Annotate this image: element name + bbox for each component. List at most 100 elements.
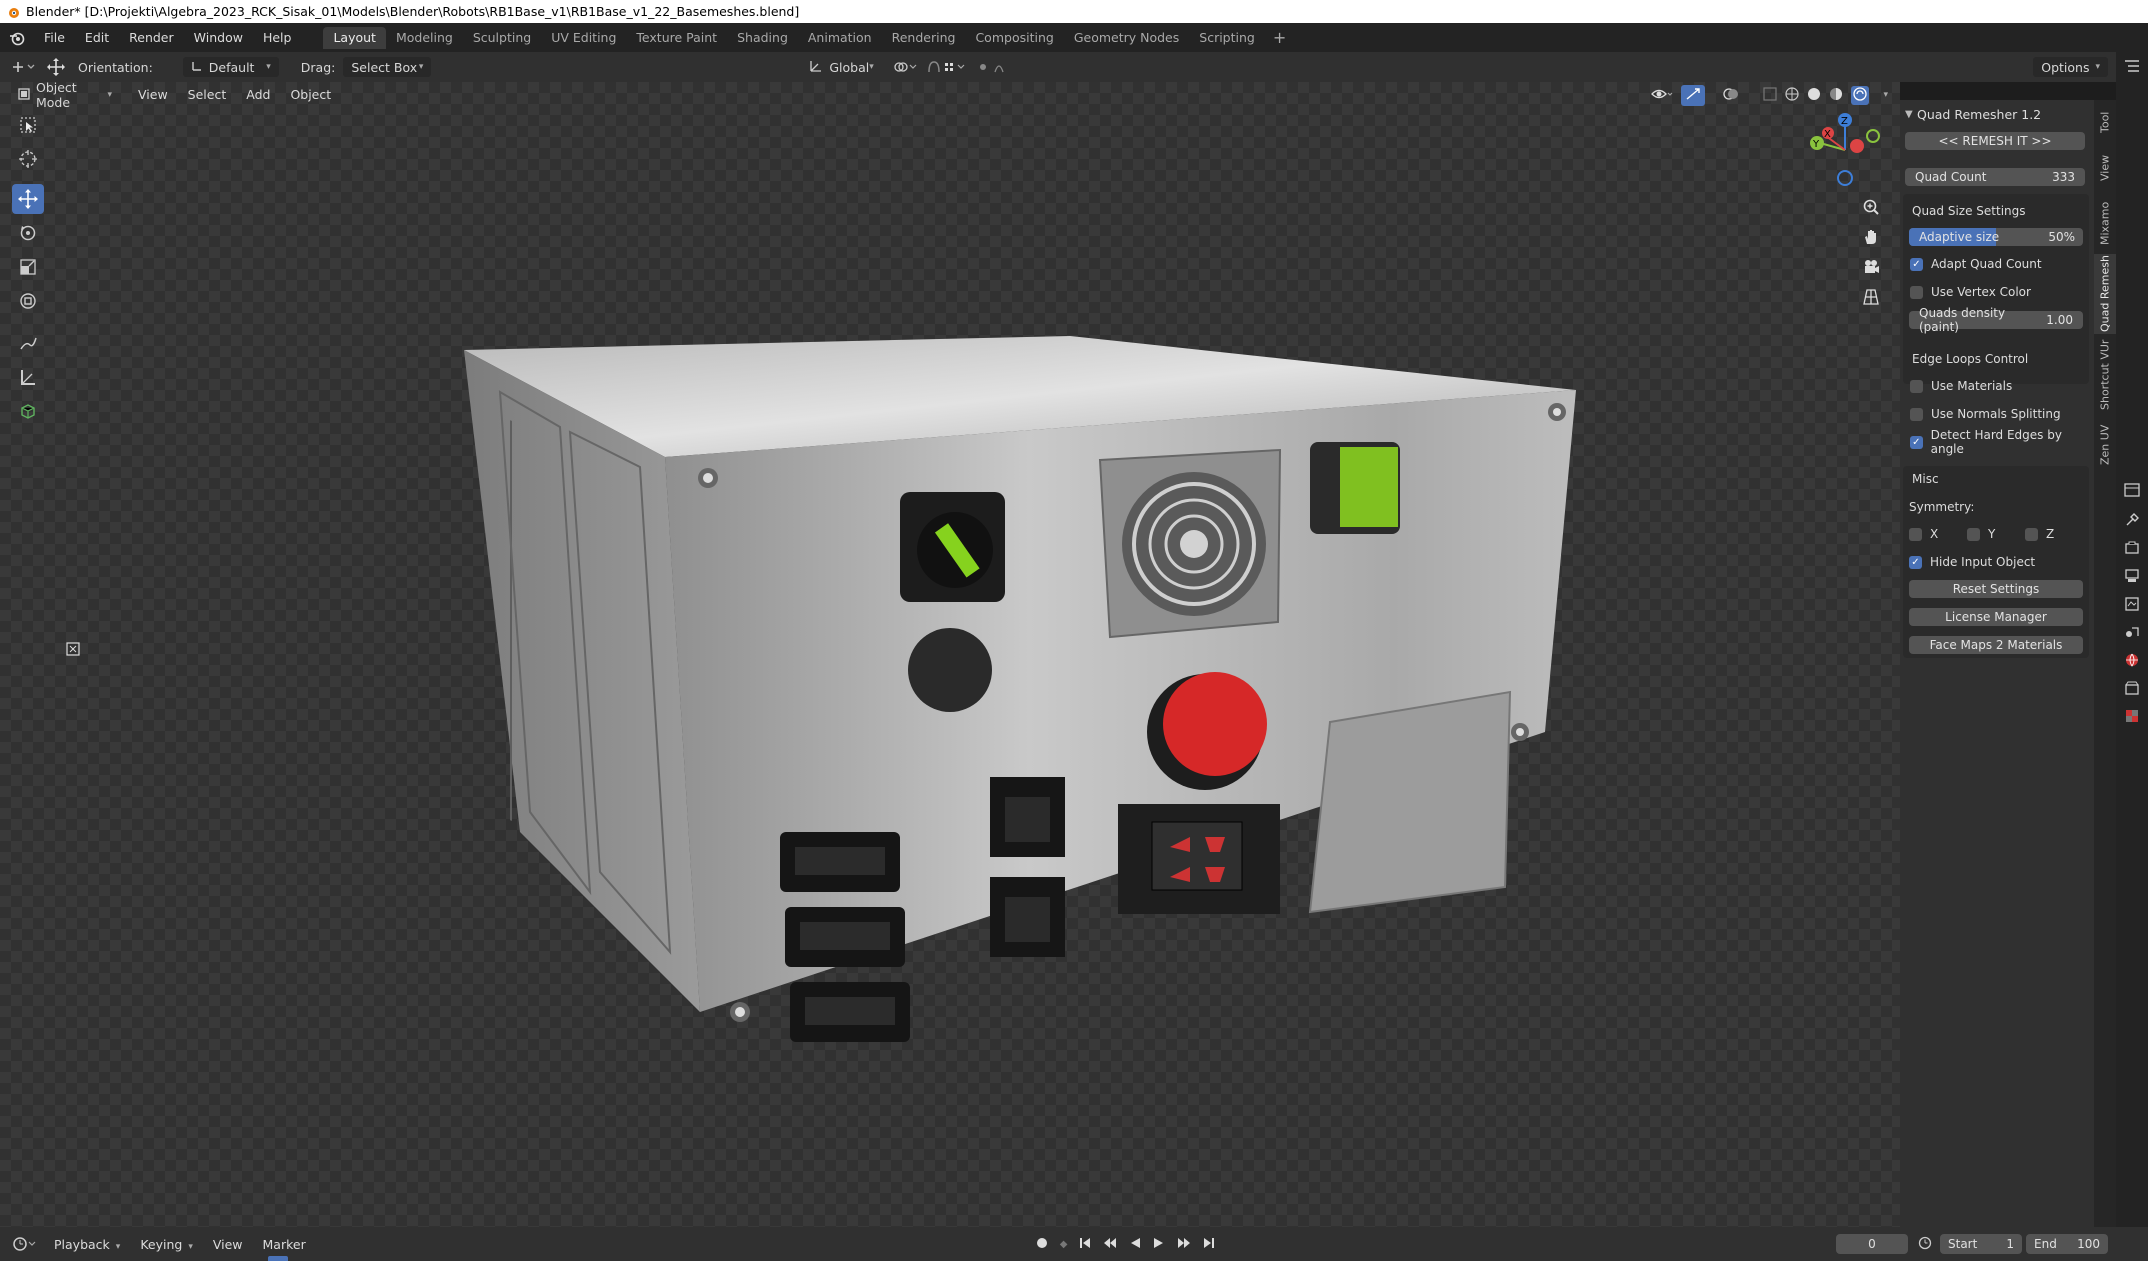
3d-viewport[interactable]: Z Y X	[0, 82, 1900, 1227]
transform-orientation-dropdown[interactable]: Global ▾	[801, 57, 881, 77]
menu-render[interactable]: Render	[119, 23, 184, 52]
select-box-tool[interactable]	[12, 110, 44, 140]
robot-base-model[interactable]	[460, 332, 1590, 1132]
navigation-gizmo[interactable]: Z Y X	[1800, 110, 1880, 190]
menu-edit[interactable]: Edit	[75, 23, 119, 52]
face-maps-button[interactable]: Face Maps 2 Materials	[1909, 636, 2083, 654]
xray-icon[interactable]	[1763, 86, 1778, 104]
sidebar-tab-shortcut-vur[interactable]: Shortcut VUr	[2094, 334, 2116, 416]
pan-hand-icon[interactable]	[1862, 228, 1880, 249]
material-shading-icon[interactable]	[1829, 87, 1843, 104]
tab-texture-paint[interactable]: Texture Paint	[626, 27, 727, 49]
sidebar-tab-tool[interactable]: Tool	[2094, 100, 2116, 144]
quad-count-field[interactable]: Quad Count 333	[1905, 168, 2085, 186]
tab-scripting[interactable]: Scripting	[1189, 27, 1265, 49]
prev-keyframe-icon[interactable]	[1103, 1237, 1117, 1252]
sidebar-tab-mixamo[interactable]: Mixamo	[2094, 192, 2116, 254]
pivot-point-icon[interactable]	[893, 56, 919, 78]
end-frame-field[interactable]: End 100	[2026, 1234, 2108, 1254]
timeline-menu-marker[interactable]: Marker	[253, 1230, 316, 1259]
add-cube-tool[interactable]	[12, 396, 44, 426]
viewport-menu-add[interactable]: Add	[236, 82, 280, 108]
remesh-button[interactable]: << REMESH IT >>	[1905, 132, 2085, 150]
reset-settings-button[interactable]: Reset Settings	[1909, 580, 2083, 598]
record-icon[interactable]	[1036, 1237, 1048, 1252]
options-dropdown[interactable]: Options ▾	[2033, 57, 2108, 77]
preview-range-clock-icon[interactable]	[1918, 1236, 1932, 1253]
scene-properties-icon[interactable]	[2122, 622, 2142, 642]
timeline-menu-view[interactable]: View	[203, 1230, 253, 1259]
use-vertex-color-checkbox[interactable]: Use Vertex Color	[1910, 283, 2031, 301]
rendered-shading-icon[interactable]	[1851, 85, 1870, 105]
symmetry-x-checkbox[interactable]: X	[1909, 525, 1938, 543]
use-normals-splitting-checkbox[interactable]: Use Normals Splitting	[1910, 405, 2061, 423]
hide-input-object-checkbox[interactable]: ✓ Hide Input Object	[1909, 553, 2035, 571]
jump-end-icon[interactable]	[1203, 1237, 1215, 1252]
snap-icon[interactable]	[927, 56, 967, 78]
jump-start-icon[interactable]	[1079, 1237, 1091, 1252]
outliner-icon[interactable]	[2122, 56, 2142, 76]
timeline-menu-keying[interactable]: Keying ▾	[130, 1230, 203, 1259]
next-keyframe-icon[interactable]	[1177, 1237, 1191, 1252]
symmetry-y-checkbox[interactable]: Y	[1967, 525, 1995, 543]
menu-file[interactable]: File	[34, 23, 75, 52]
texture-properties-icon[interactable]	[2122, 706, 2142, 726]
tab-geometry-nodes[interactable]: Geometry Nodes	[1064, 27, 1189, 49]
world-properties-icon[interactable]	[2122, 650, 2142, 670]
adaptive-size-slider[interactable]: Adaptive size 50%	[1909, 228, 2083, 246]
chevron-down-icon[interactable]: ▾	[1883, 90, 1888, 100]
properties-editor-icon[interactable]	[2122, 480, 2142, 500]
overlays-icon[interactable]	[1723, 86, 1739, 105]
license-manager-button[interactable]: License Manager	[1909, 608, 2083, 626]
menu-help[interactable]: Help	[253, 23, 302, 52]
sidebar-tab-quad-remesh[interactable]: Quad Remesh	[2094, 254, 2116, 334]
viewport-menu-object[interactable]: Object	[280, 82, 341, 108]
tab-layout[interactable]: Layout	[323, 26, 386, 49]
camera-view-icon[interactable]	[1862, 258, 1880, 279]
move-tool[interactable]	[12, 184, 44, 214]
timeline-menu-playback[interactable]: Playback ▾	[44, 1230, 130, 1259]
symmetry-z-checkbox[interactable]: Z	[2025, 525, 2054, 543]
editor-type-icon[interactable]	[10, 56, 36, 78]
tab-compositing[interactable]: Compositing	[965, 27, 1063, 49]
render-properties-icon[interactable]	[2122, 538, 2142, 558]
play-reverse-icon[interactable]	[1129, 1237, 1141, 1252]
quads-density-field[interactable]: Quads density (paint) 1.00	[1909, 306, 2083, 334]
blender-menu-icon[interactable]	[0, 23, 34, 52]
tool-properties-icon[interactable]	[2122, 510, 2142, 530]
transform-tool[interactable]	[12, 286, 44, 316]
tab-sculpting[interactable]: Sculpting	[463, 27, 541, 49]
tab-animation[interactable]: Animation	[798, 27, 882, 49]
collection-properties-icon[interactable]	[2122, 678, 2142, 698]
viewport-menu-view[interactable]: View	[128, 82, 178, 108]
visibility-eye-icon[interactable]	[1651, 87, 1673, 104]
measure-tool[interactable]	[12, 362, 44, 392]
add-workspace-button[interactable]: +	[1265, 28, 1294, 47]
tab-modeling[interactable]: Modeling	[386, 27, 463, 49]
rotate-tool[interactable]	[12, 218, 44, 248]
zoom-icon[interactable]	[1862, 198, 1880, 219]
detect-hard-edges-checkbox[interactable]: ✓ Detect Hard Edges by angle	[1910, 428, 2094, 456]
tab-shading[interactable]: Shading	[727, 27, 798, 49]
output-properties-icon[interactable]	[2122, 566, 2142, 586]
timeline-editor-icon[interactable]	[12, 1233, 38, 1255]
tab-uv-editing[interactable]: UV Editing	[541, 27, 626, 49]
menu-window[interactable]: Window	[184, 23, 253, 52]
viewport-menu-select[interactable]: Select	[178, 82, 237, 108]
wireframe-shading-icon[interactable]	[1785, 86, 1800, 104]
drag-dropdown[interactable]: Select Box ▾	[343, 57, 432, 77]
panel-collapse-icon[interactable]: ▼	[1905, 109, 1913, 120]
use-materials-checkbox[interactable]: Use Materials	[1910, 377, 2012, 395]
current-frame-field[interactable]: 0	[1836, 1234, 1908, 1254]
sidebar-tab-zen-uv[interactable]: Zen UV	[2094, 416, 2116, 474]
tab-rendering[interactable]: Rendering	[882, 27, 966, 49]
solid-shading-icon[interactable]	[1807, 87, 1821, 104]
view-layer-icon[interactable]	[2122, 594, 2142, 614]
proportional-editing-icon[interactable]	[977, 56, 1017, 78]
gizmo-toggle-icon[interactable]	[1681, 84, 1706, 106]
keyframe-type-icon[interactable]: ◆	[1060, 1239, 1068, 1250]
perspective-grid-icon[interactable]	[1862, 288, 1880, 309]
adapt-quad-count-checkbox[interactable]: ✓ Adapt Quad Count	[1910, 255, 2042, 273]
move-tool-icon[interactable]	[46, 56, 66, 78]
cursor-tool[interactable]	[12, 144, 44, 174]
